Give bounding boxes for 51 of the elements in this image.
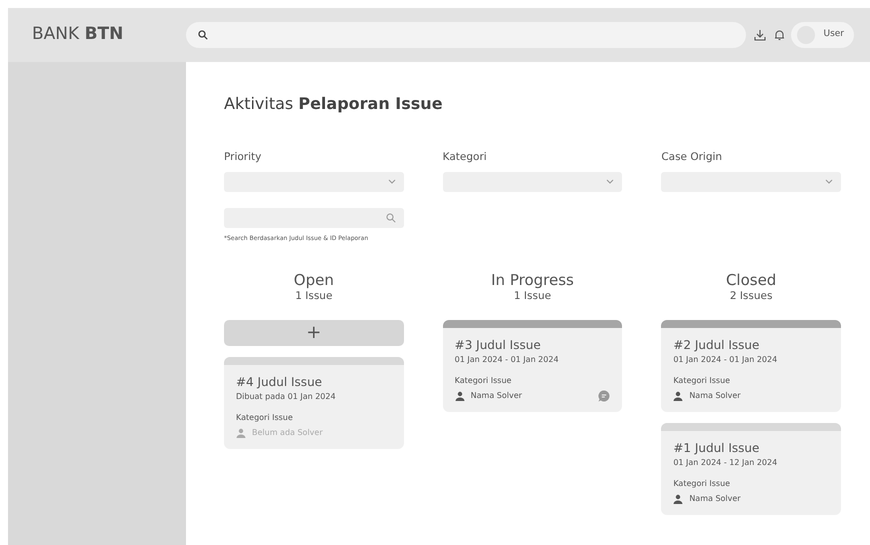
brand-logo: BANK BTN	[32, 24, 124, 44]
search-field[interactable]	[224, 208, 404, 228]
person-icon	[454, 390, 465, 401]
chevron-icon	[824, 179, 833, 184]
dropdown[interactable]	[661, 172, 841, 192]
issue-card[interactable]: #1 Judul Issue 01 Jan 2024 - 12 Jan 2024 Kategori Issue Nama Solver	[661, 422, 841, 514]
dropdown[interactable]	[442, 172, 622, 192]
solver-name: Nama Solver	[470, 390, 522, 402]
issue-category: Kategori Issue	[454, 374, 512, 386]
search-field[interactable]	[186, 22, 746, 48]
issue-date: 01 Jan 2024 - 01 Jan 2024	[673, 354, 778, 366]
issue-date: 01 Jan 2024 - 12 Jan 2024	[673, 456, 778, 468]
search-icon	[198, 30, 208, 40]
user-menu[interactable]: User	[791, 22, 854, 48]
issue-card[interactable]: #4 Judul Issue Dibuat pada 01 Jan 2024 Kategori Issue Belum ada Solver	[224, 356, 404, 448]
search-icon	[386, 212, 396, 223]
user-name: User	[823, 28, 844, 42]
solver-name: Belum ada Solver	[252, 426, 323, 438]
issue-category: Kategori Issue	[673, 478, 732, 490]
issue-title: #3 Judul Issue	[454, 336, 542, 354]
notification-icon[interactable]	[774, 29, 786, 41]
comment-icon[interactable]	[598, 390, 610, 402]
issue-title: #1 Judul Issue	[673, 440, 760, 456]
issue-count: 1 Issue	[294, 288, 334, 304]
issue-date: 01 Jan 2024 - 01 Jan 2024	[454, 354, 560, 366]
chevron-icon	[388, 179, 396, 184]
person-icon	[673, 390, 684, 400]
solver-name: Nama Solver	[689, 492, 741, 504]
column-title: In Progress	[490, 270, 575, 289]
chevron-icon	[606, 179, 614, 184]
issue-title: #4 Judul Issue	[236, 374, 324, 390]
add-button[interactable]: +	[224, 320, 404, 346]
column-title: Open	[292, 270, 335, 289]
issue-category: Kategori Issue	[673, 374, 732, 386]
issue-count: 2 Issues	[728, 288, 774, 304]
person-icon	[236, 428, 246, 438]
filter-label: Priority	[224, 150, 262, 165]
issue-date: Dibuat pada 01 Jan 2024	[236, 390, 337, 402]
issue-count: 1 Issue	[512, 288, 552, 304]
download-icon[interactable]	[754, 29, 766, 41]
dropdown[interactable]	[224, 172, 404, 192]
issue-title: #2 Judul Issue	[673, 336, 760, 354]
page-title: Aktivitas Pelaporan Issue	[224, 93, 444, 115]
filter-label: Kategori	[442, 150, 488, 165]
person-icon	[673, 494, 684, 504]
issue-card[interactable]: #2 Judul Issue 01 Jan 2024 - 01 Jan 2024 Kategori Issue Nama Solver	[661, 320, 841, 412]
issue-category: Kategori Issue	[236, 412, 294, 424]
issue-card[interactable]: #3 Judul Issue 01 Jan 2024 - 01 Jan 2024 Kategori Issue Nama Solver	[442, 320, 622, 412]
solver-name: Nama Solver	[689, 390, 741, 402]
filter-label: Case Origin	[661, 150, 724, 165]
column-title: Closed	[724, 270, 778, 289]
